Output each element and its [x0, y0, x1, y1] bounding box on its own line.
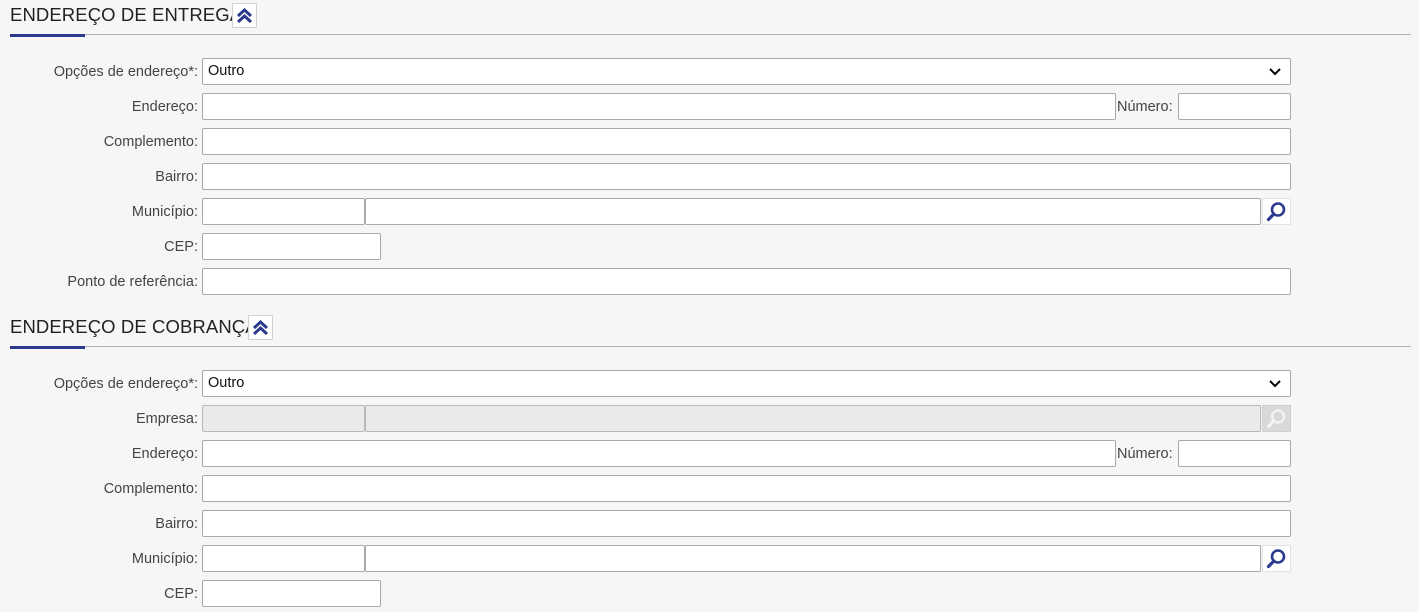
delivery-district-label: Bairro:	[155, 169, 198, 185]
billing-street-row: Endereço: Número:	[0, 440, 1419, 468]
billing-city-name-input[interactable]	[365, 545, 1261, 572]
billing-number-label: Número:	[1117, 446, 1173, 462]
billing-complement-label: Complemento:	[103, 481, 198, 497]
billing-city-row: Município:	[0, 545, 1419, 573]
billing-company-label: Empresa:	[135, 411, 198, 427]
billing-company-code-input	[202, 405, 365, 432]
billing-company-name-input	[365, 405, 1261, 432]
delivery-complement-input[interactable]	[202, 128, 1291, 155]
delivery-address-options-value: Outro	[208, 63, 245, 79]
delivery-section-header: ENDEREÇO DE ENTREGA	[10, 0, 1411, 40]
billing-zip-label: CEP:	[164, 586, 198, 602]
delivery-zip-row: CEP:	[0, 233, 1419, 261]
double-chevron-up-icon	[236, 8, 253, 23]
billing-section-title: ENDEREÇO DE COBRANÇA	[10, 316, 258, 337]
billing-district-input[interactable]	[202, 510, 1291, 537]
delivery-reference-row: Ponto de referência:	[0, 268, 1419, 296]
billing-section-header: ENDEREÇO DE COBRANÇA	[10, 312, 1411, 352]
billing-city-search-button[interactable]	[1262, 545, 1291, 572]
billing-district-row: Bairro:	[0, 510, 1419, 538]
delivery-city-code-input[interactable]	[202, 198, 365, 225]
billing-city-label: Município:	[131, 551, 198, 567]
billing-number-input[interactable]	[1178, 440, 1291, 467]
double-chevron-up-icon	[252, 320, 269, 335]
delivery-address-options-select[interactable]: Outro	[202, 58, 1291, 85]
billing-divider	[10, 346, 1411, 347]
delivery-zip-input[interactable]	[202, 233, 381, 260]
delivery-number-input[interactable]	[1178, 93, 1291, 120]
search-icon	[1266, 409, 1286, 429]
delivery-collapse-button[interactable]	[232, 3, 257, 28]
delivery-complement-row: Complemento:	[0, 128, 1419, 156]
delivery-divider	[10, 34, 1411, 35]
delivery-city-row: Município:	[0, 198, 1419, 226]
billing-district-label: Bairro:	[155, 516, 198, 532]
billing-company-row: Empresa:	[0, 405, 1419, 433]
delivery-street-input[interactable]	[202, 93, 1116, 120]
delivery-city-search-button[interactable]	[1262, 198, 1291, 225]
billing-street-label: Endereço:	[131, 446, 198, 462]
delivery-address-options-row: Opções de endereço*: Outro	[0, 58, 1419, 86]
delivery-street-row: Endereço: Número:	[0, 93, 1419, 121]
chevron-down-icon	[1269, 379, 1281, 387]
billing-address-options-label: Opções de endereço*:	[53, 376, 198, 392]
billing-divider-accent	[10, 346, 85, 349]
delivery-section-title: ENDEREÇO DE ENTREGA	[10, 4, 243, 25]
billing-address-options-value: Outro	[208, 375, 245, 391]
search-icon	[1266, 202, 1286, 222]
delivery-number-label: Número:	[1117, 99, 1173, 115]
billing-zip-input[interactable]	[202, 580, 381, 607]
search-icon	[1266, 549, 1286, 569]
delivery-address-options-label: Opções de endereço*:	[53, 64, 198, 80]
billing-address-options-row: Opções de endereço*: Outro	[0, 370, 1419, 398]
billing-city-code-input[interactable]	[202, 545, 365, 572]
billing-address-options-select[interactable]: Outro	[202, 370, 1291, 397]
delivery-district-input[interactable]	[202, 163, 1291, 190]
delivery-street-label: Endereço:	[131, 99, 198, 115]
billing-zip-row: CEP:	[0, 580, 1419, 608]
billing-collapse-button[interactable]	[248, 315, 273, 340]
delivery-reference-input[interactable]	[202, 268, 1291, 295]
delivery-reference-label: Ponto de referência:	[67, 274, 198, 290]
delivery-city-name-input[interactable]	[365, 198, 1261, 225]
delivery-zip-label: CEP:	[164, 239, 198, 255]
billing-company-search-button	[1262, 405, 1291, 432]
billing-street-input[interactable]	[202, 440, 1116, 467]
billing-complement-row: Complemento:	[0, 475, 1419, 503]
delivery-complement-label: Complemento:	[103, 134, 198, 150]
delivery-district-row: Bairro:	[0, 163, 1419, 191]
delivery-divider-accent	[10, 34, 85, 37]
chevron-down-icon	[1269, 67, 1281, 75]
delivery-city-label: Município:	[131, 204, 198, 220]
billing-complement-input[interactable]	[202, 475, 1291, 502]
